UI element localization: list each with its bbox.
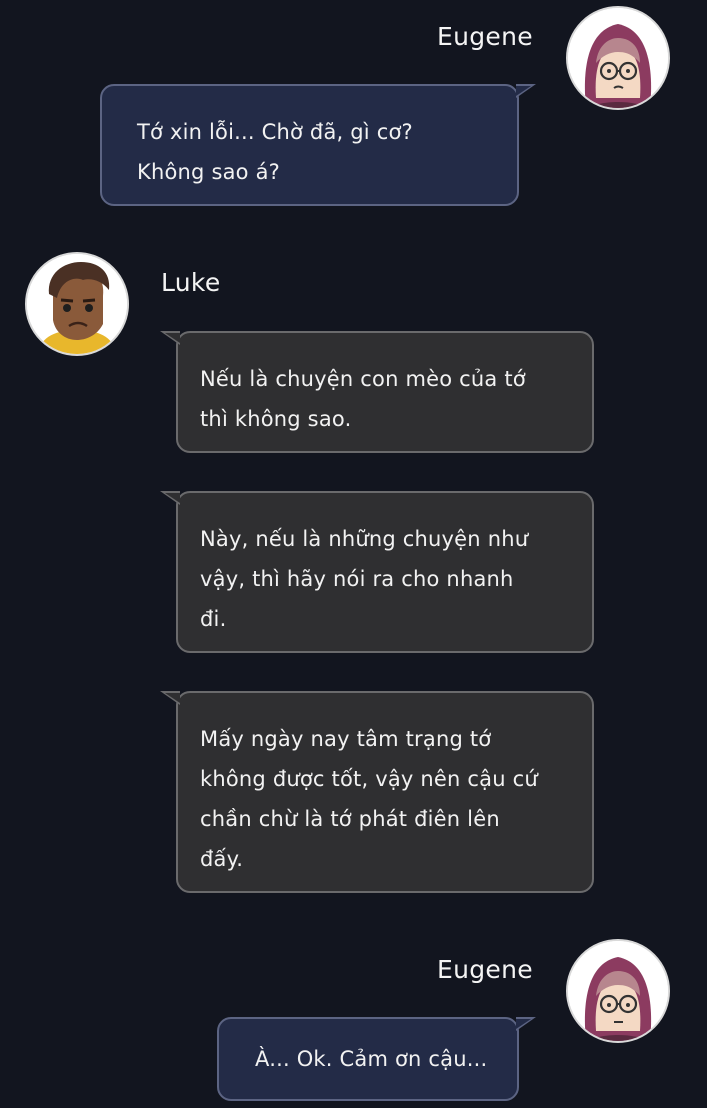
- eugene-avatar-icon[interactable]: [566, 6, 670, 110]
- bubble-tail: [516, 1019, 531, 1029]
- sender-name-eugene: Eugene: [437, 22, 533, 51]
- message-line: đi.: [200, 607, 227, 631]
- bubble-tail: [165, 693, 180, 703]
- message-line: À... Ok. Cảm ơn cậu...: [255, 1047, 488, 1071]
- bubble-tail: [165, 493, 180, 503]
- message-bubble-luke[interactable]: Nếu là chuyện con mèo của tớ thì không s…: [176, 331, 594, 453]
- luke-avatar-icon-graphic: [27, 254, 127, 354]
- message-line: Không sao á?: [137, 160, 280, 184]
- message-line: thì không sao.: [200, 407, 352, 431]
- sender-name-luke: Luke: [161, 268, 221, 297]
- message-line: vậy, thì hãy nói ra cho nhanh: [200, 567, 514, 591]
- message-line: chần chừ là tớ phát điên lên: [200, 807, 500, 831]
- message-bubble-eugene[interactable]: Tớ xin lỗi... Chờ đã, gì cơ? Không sao á…: [100, 84, 519, 206]
- eugene-avatar-icon-graphic: [568, 941, 668, 1041]
- sender-name-eugene: Eugene: [437, 955, 533, 984]
- message-line: Này, nếu là những chuyện như: [200, 527, 529, 551]
- message-line: Mấy ngày nay tâm trạng tớ: [200, 727, 492, 751]
- eugene-avatar-icon-graphic: [568, 8, 668, 108]
- bubble-tail: [165, 333, 180, 343]
- message-bubble-eugene[interactable]: À... Ok. Cảm ơn cậu...: [217, 1017, 519, 1101]
- luke-avatar-icon[interactable]: [25, 252, 129, 356]
- message-line: Tớ xin lỗi... Chờ đã, gì cơ?: [137, 120, 413, 144]
- message-line: Nếu là chuyện con mèo của tớ: [200, 367, 526, 391]
- bubble-tail: [516, 86, 531, 96]
- message-line: đấy.: [200, 847, 244, 871]
- message-bubble-luke[interactable]: Mấy ngày nay tâm trạng tớ không được tốt…: [176, 691, 594, 893]
- message-bubble-luke[interactable]: Này, nếu là những chuyện như vậy, thì hã…: [176, 491, 594, 653]
- eugene-avatar-icon[interactable]: [566, 939, 670, 1043]
- message-line: không được tốt, vậy nên cậu cứ: [200, 767, 538, 791]
